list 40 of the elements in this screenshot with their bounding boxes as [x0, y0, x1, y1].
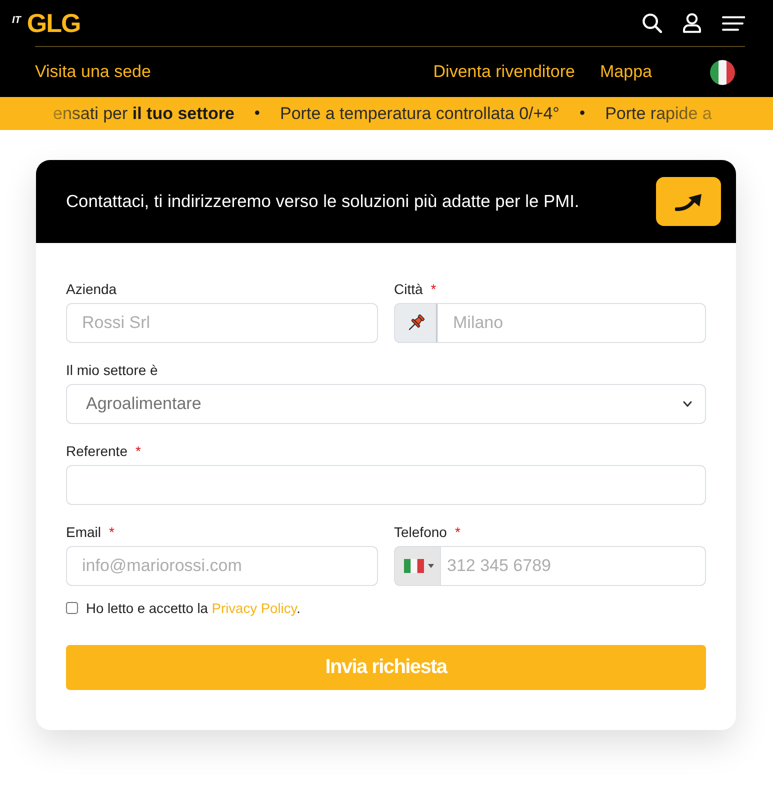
consent-text: Ho letto e accetto la Privacy Policy.	[86, 600, 300, 616]
pushpin-icon	[394, 303, 437, 343]
country-code-button[interactable]	[394, 546, 440, 586]
dropdown-select[interactable]: Agroalimentare	[66, 384, 706, 424]
required-asterisk: *	[109, 524, 114, 540]
nav-link[interactable]: Mappa	[600, 62, 652, 82]
input-field[interactable]: Milano	[437, 303, 706, 343]
ticker-text: Porte rapide a	[605, 104, 712, 124]
curved-arrow-icon	[674, 192, 702, 210]
input-field[interactable]: info@mariorossi.com	[66, 546, 378, 586]
nav-link[interactable]: Visita una sede	[35, 62, 151, 82]
chevron-down-icon	[683, 401, 692, 407]
flag-icon[interactable]	[710, 60, 735, 84]
field-label: Il mio settore è	[66, 362, 158, 378]
input-field[interactable]	[66, 465, 706, 505]
field-label: Telefono	[394, 524, 447, 540]
required-asterisk: *	[454, 524, 460, 540]
required-asterisk: *	[430, 280, 436, 296]
card-title: Contattaci, ti indirizzeremo verso le soluzioni più adatte per le PMI.	[66, 191, 580, 212]
caret-icon	[428, 564, 434, 568]
ticker-text: Porte a temperatura controllata 0/+4°	[280, 104, 560, 124]
field-label: Azienda	[66, 280, 117, 296]
ticker-text: ensati per il tuo settore	[53, 104, 234, 124]
logo[interactable]: GLG	[26, 10, 80, 36]
language-tag: IT	[12, 14, 21, 26]
bullet-separator: •	[254, 104, 260, 122]
user-icon[interactable]	[682, 13, 702, 33]
required-asterisk: *	[135, 442, 141, 458]
flag-icon	[404, 559, 424, 573]
input-field[interactable]: Rossi Srl	[66, 303, 378, 343]
nav-link[interactable]: Diventa rivenditore	[433, 62, 576, 82]
menu-icon[interactable]	[722, 16, 745, 30]
search-icon[interactable]	[642, 13, 662, 33]
bullet-separator: •	[579, 104, 586, 122]
arrow-button[interactable]	[656, 177, 721, 226]
phone-field[interactable]: 312 345 6789	[440, 546, 706, 586]
consent-checkbox[interactable]	[66, 602, 78, 614]
field-label: Email	[66, 524, 102, 540]
field-label: Referente	[66, 442, 128, 458]
field-label: Città	[394, 280, 423, 296]
